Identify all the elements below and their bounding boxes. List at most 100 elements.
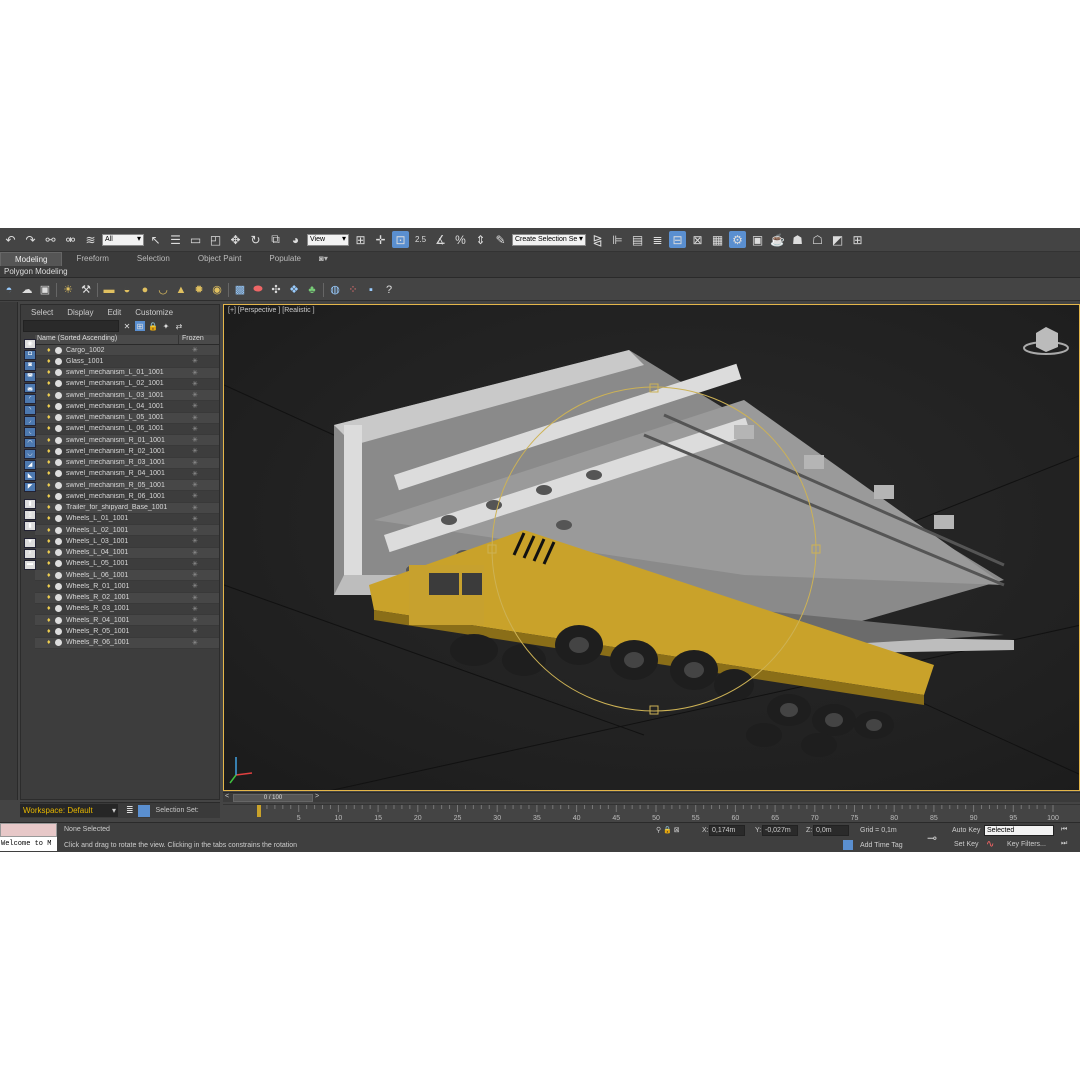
display-lights-icon[interactable]: ◚: [24, 372, 36, 382]
freeze-icon[interactable]: ✳: [192, 346, 198, 354]
curve-editor-icon[interactable]: ⊟: [669, 231, 686, 248]
list-item[interactable]: ♦ Wheels_R_06_1001 ✳: [35, 637, 219, 649]
redo-icon[interactable]: ↷: [22, 231, 39, 248]
add-time-tag[interactable]: Add Time Tag: [860, 842, 903, 849]
menu-customize[interactable]: Customize: [135, 308, 173, 319]
prev-frame-icon[interactable]: <: [225, 793, 229, 800]
rotate-icon[interactable]: ↻: [247, 231, 264, 248]
display-groups-icon[interactable]: ◞: [24, 416, 36, 426]
list-item[interactable]: ♦ Trailer_for_shipyard_Base_1001 ✳: [35, 502, 219, 514]
cone-icon[interactable]: ▲: [174, 283, 188, 297]
list-item[interactable]: ♦ Cargo_1002 ✳: [35, 345, 219, 357]
freeze-icon[interactable]: ✳: [192, 470, 198, 478]
visibility-bulb-icon[interactable]: ♦: [47, 572, 53, 579]
polygon-modeling-panel[interactable]: Polygon Modeling: [0, 266, 1080, 278]
next-frame-icon[interactable]: >: [315, 793, 319, 800]
find-icon[interactable]: ⌕: [24, 549, 36, 559]
key-filters-button[interactable]: Key Filters...: [1007, 841, 1046, 848]
freeze-icon[interactable]: ✳: [192, 639, 198, 647]
visibility-bulb-icon[interactable]: ♦: [47, 605, 53, 612]
visibility-bulb-icon[interactable]: ♦: [47, 617, 53, 624]
snap-toggle-icon[interactable]: 2.5: [412, 231, 429, 248]
display-all-icon[interactable]: ◉: [24, 339, 36, 349]
lock-selection-icon[interactable]: ⚲ 🔒 ⊠: [656, 826, 680, 834]
visibility-bulb-icon[interactable]: ♦: [47, 437, 53, 444]
collapse-icon[interactable]: ▬: [24, 560, 36, 570]
list-item[interactable]: ♦ swivel_mechanism_L_04_1001 ✳: [35, 401, 219, 413]
perspective-viewport[interactable]: [+] [Perspective ] [Realistic ]: [223, 304, 1080, 791]
search-input[interactable]: [23, 320, 119, 332]
auto-key-button[interactable]: Auto Key: [952, 827, 980, 834]
render-active-icon[interactable]: ☖: [809, 231, 826, 248]
freeze-icon[interactable]: ✳: [192, 616, 198, 624]
freeze-icon[interactable]: ✳: [192, 380, 198, 388]
tab-selection[interactable]: Selection: [123, 252, 184, 266]
undo-icon[interactable]: ↶: [2, 231, 19, 248]
maxscript-listener[interactable]: [0, 823, 57, 837]
column-frozen-header[interactable]: Frozen: [178, 335, 218, 344]
display-spacewarps-icon[interactable]: ◝: [24, 405, 36, 415]
column-name-header[interactable]: Name (Sorted Ascending): [35, 335, 178, 344]
menu-display[interactable]: Display: [67, 308, 93, 319]
menu-edit[interactable]: Edit: [107, 308, 121, 319]
display-bones-icon[interactable]: ◠: [24, 438, 36, 448]
visibility-bulb-icon[interactable]: ♦: [47, 639, 53, 646]
freeze-icon[interactable]: ✳: [192, 549, 198, 557]
light-list-icon[interactable]: ☀: [61, 283, 75, 297]
set-key-button[interactable]: Set Key: [954, 841, 979, 848]
display-influences-icon[interactable]: ▯: [24, 510, 36, 520]
visibility-bulb-icon[interactable]: ♦: [47, 448, 53, 455]
viewport-icon[interactable]: ▣: [38, 283, 52, 297]
freeze-icon[interactable]: ✳: [192, 391, 198, 399]
freeze-icon[interactable]: ✳: [192, 537, 198, 545]
menu-select[interactable]: Select: [31, 308, 53, 319]
help-icon[interactable]: ?: [382, 283, 396, 297]
select-children-icon[interactable]: ✦: [161, 321, 171, 331]
freeze-icon[interactable]: ✳: [192, 414, 198, 422]
foliage-icon[interactable]: ♣: [305, 283, 319, 297]
list-item[interactable]: ♦ Wheels_L_01_1001 ✳: [35, 514, 219, 525]
freeze-icon[interactable]: ✳: [192, 447, 198, 455]
visibility-bulb-icon[interactable]: ♦: [47, 358, 53, 365]
bowl-icon[interactable]: ◡: [156, 283, 170, 297]
orb-icon[interactable]: ◉: [210, 283, 224, 297]
visibility-bulb-icon[interactable]: ♦: [47, 425, 53, 432]
display-shapes-icon[interactable]: ◙: [24, 361, 36, 371]
sphere-icon[interactable]: ●: [138, 283, 152, 297]
list-item[interactable]: ♦ swivel_mechanism_L_03_1001 ✳: [35, 390, 219, 402]
list-item[interactable]: ♦ swivel_mechanism_L_02_1001 ✳: [35, 379, 219, 390]
freeze-icon[interactable]: ✳: [192, 582, 198, 590]
schematic-view-icon[interactable]: ⊠: [689, 231, 706, 248]
filter-icon[interactable]: ⊞: [135, 321, 145, 331]
visibility-bulb-icon[interactable]: ♦: [47, 583, 53, 590]
list-item[interactable]: ♦ swivel_mechanism_R_06_1001 ✳: [35, 491, 219, 503]
keyboard-shortcut-icon[interactable]: ⊡: [392, 231, 409, 248]
sun-icon[interactable]: ✹: [192, 283, 206, 297]
environment-icon[interactable]: ⊞: [849, 231, 866, 248]
freeze-icon[interactable]: ✳: [192, 504, 198, 512]
tab-object-paint[interactable]: Object Paint: [184, 252, 256, 266]
edit-named-sel-icon[interactable]: ✎: [492, 231, 509, 248]
freeze-icon[interactable]: ✳: [192, 357, 198, 365]
workspace-dropdown[interactable]: Workspace: Default: [20, 804, 118, 817]
tab-modeling[interactable]: Modeling: [0, 252, 63, 266]
visibility-bulb-icon[interactable]: ♦: [47, 594, 53, 601]
visibility-bulb-icon[interactable]: ♦: [47, 560, 53, 567]
network-icon[interactable]: ❖: [287, 283, 301, 297]
display-helpers-icon[interactable]: ◜: [24, 394, 36, 404]
spinner-snap-icon[interactable]: ⇕: [472, 231, 489, 248]
default-tangent-icon[interactable]: ∿: [986, 839, 994, 850]
visibility-bulb-icon[interactable]: ♦: [47, 392, 53, 399]
sync-selection-icon[interactable]: ⇄: [174, 321, 184, 331]
time-tag-icon[interactable]: [843, 840, 853, 850]
material-editor-icon[interactable]: ▦: [709, 231, 726, 248]
rendered-frame-icon[interactable]: ▣: [749, 231, 766, 248]
display-xrefs-icon[interactable]: ◟: [24, 427, 36, 437]
key-mode-dropdown[interactable]: Selected: [984, 825, 1054, 836]
list-item[interactable]: ♦ Wheels_L_03_1001 ✳: [35, 536, 219, 548]
visibility-bulb-icon[interactable]: ♦: [47, 347, 53, 354]
tab-populate[interactable]: Populate: [255, 252, 315, 266]
percent-snap-icon[interactable]: %: [452, 231, 469, 248]
visibility-bulb-icon[interactable]: ♦: [47, 414, 53, 421]
filter-funnel-icon[interactable]: ▼: [24, 538, 36, 548]
